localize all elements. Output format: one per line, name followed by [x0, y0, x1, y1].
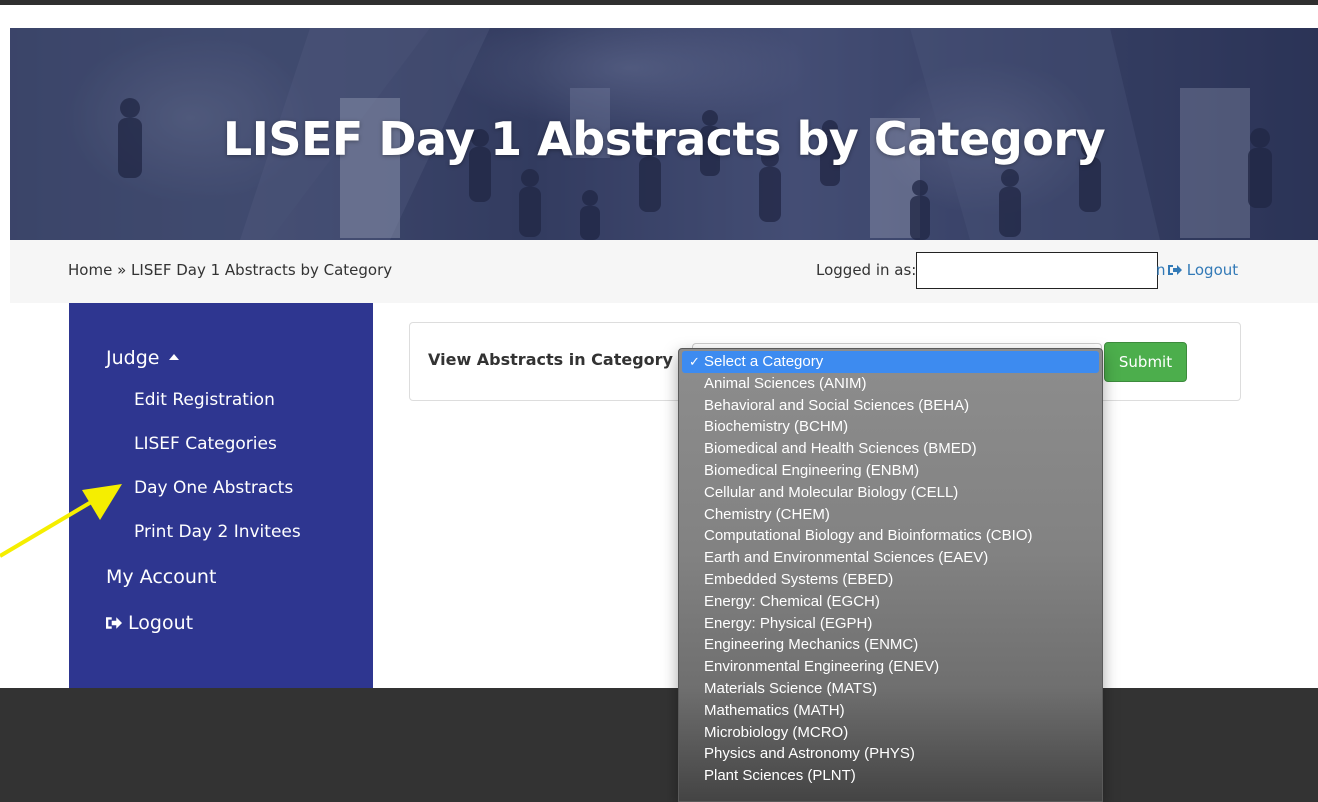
- dropdown-option-cell[interactable]: Cellular and Molecular Biology (CELL): [679, 482, 1102, 504]
- header-logout-label: Logout: [1186, 261, 1239, 279]
- top-rule: [0, 0, 1318, 5]
- category-select-label: View Abstracts in Category: [428, 350, 673, 369]
- dropdown-option-egch[interactable]: Energy: Chemical (EGCH): [679, 591, 1102, 613]
- page-title: LISEF Day 1 Abstracts by Category: [222, 112, 1106, 166]
- sidebar-item-day-one-abstracts[interactable]: Day One Abstracts: [134, 478, 293, 498]
- caret-up-icon: [169, 353, 180, 360]
- checkmark-icon: ✓: [689, 354, 700, 369]
- username-link[interactable]: n: [1156, 261, 1166, 279]
- footer: [0, 688, 1318, 802]
- dropdown-option-eaev[interactable]: Earth and Environmental Sciences (EAEV): [679, 547, 1102, 569]
- dropdown-option-beha[interactable]: Behavioral and Social Sciences (BEHA): [679, 395, 1102, 417]
- sidebar-item-lisef-categories[interactable]: LISEF Categories: [134, 434, 277, 454]
- dropdown-option-bmed[interactable]: Biomedical and Health Sciences (BMED): [679, 438, 1102, 460]
- dropdown-option-mcro[interactable]: Microbiology (MCRO): [679, 722, 1102, 744]
- dropdown-option-egph[interactable]: Energy: Physical (EGPH): [679, 613, 1102, 635]
- header-logout-link[interactable]: Logout: [1168, 261, 1238, 279]
- dropdown-option-math[interactable]: Mathematics (MATH): [679, 700, 1102, 722]
- redacted-username-box: [916, 252, 1158, 289]
- breadcrumb-separator: »: [117, 261, 127, 279]
- sign-out-icon: [106, 612, 128, 634]
- submit-button[interactable]: Submit: [1104, 342, 1187, 382]
- sidebar-item-label: Logout: [128, 612, 194, 634]
- dropdown-option-select-a-category[interactable]: ✓ Select a Category: [682, 351, 1099, 373]
- sidebar-item-judge[interactable]: Judge: [106, 347, 180, 369]
- sidebar-item-print-day-2-invitees[interactable]: Print Day 2 Invitees: [134, 522, 301, 542]
- logged-in-label: Logged in as:: [816, 261, 917, 279]
- dropdown-option-chem[interactable]: Chemistry (CHEM): [679, 504, 1102, 526]
- dropdown-option-mats[interactable]: Materials Science (MATS): [679, 678, 1102, 700]
- breadcrumb-current: LISEF Day 1 Abstracts by Category: [131, 261, 393, 279]
- sidebar-item-label: Judge: [106, 347, 160, 369]
- dropdown-option-enev[interactable]: Environmental Engineering (ENEV): [679, 656, 1102, 678]
- dropdown-option-bchm[interactable]: Biochemistry (BCHM): [679, 416, 1102, 438]
- breadcrumb-home-link[interactable]: Home: [68, 261, 112, 279]
- dropdown-option-enmc[interactable]: Engineering Mechanics (ENMC): [679, 634, 1102, 656]
- dropdown-option-anim[interactable]: Animal Sciences (ANIM): [679, 373, 1102, 395]
- sidebar-item-my-account[interactable]: My Account: [106, 566, 216, 588]
- hero-banner: LISEF Day 1 Abstracts by Category: [10, 28, 1318, 240]
- annotation-arrow-icon: [0, 484, 122, 558]
- dropdown-option-phys[interactable]: Physics and Astronomy (PHYS): [679, 743, 1102, 765]
- sidebar-item-logout[interactable]: Logout: [106, 612, 193, 634]
- category-dropdown-list: ✓ Select a Category Animal Sciences (ANI…: [678, 348, 1103, 802]
- sign-out-icon: [1168, 261, 1187, 279]
- dropdown-option-plnt[interactable]: Plant Sciences (PLNT): [679, 765, 1102, 787]
- dropdown-option-cbio[interactable]: Computational Biology and Bioinformatics…: [679, 525, 1102, 547]
- sidebar-item-edit-registration[interactable]: Edit Registration: [134, 390, 275, 410]
- breadcrumb-bar: Home » LISEF Day 1 Abstracts by Category…: [10, 240, 1318, 303]
- breadcrumb: Home » LISEF Day 1 Abstracts by Category: [68, 261, 392, 279]
- dropdown-option-ebed[interactable]: Embedded Systems (EBED): [679, 569, 1102, 591]
- dropdown-option-enbm[interactable]: Biomedical Engineering (ENBM): [679, 460, 1102, 482]
